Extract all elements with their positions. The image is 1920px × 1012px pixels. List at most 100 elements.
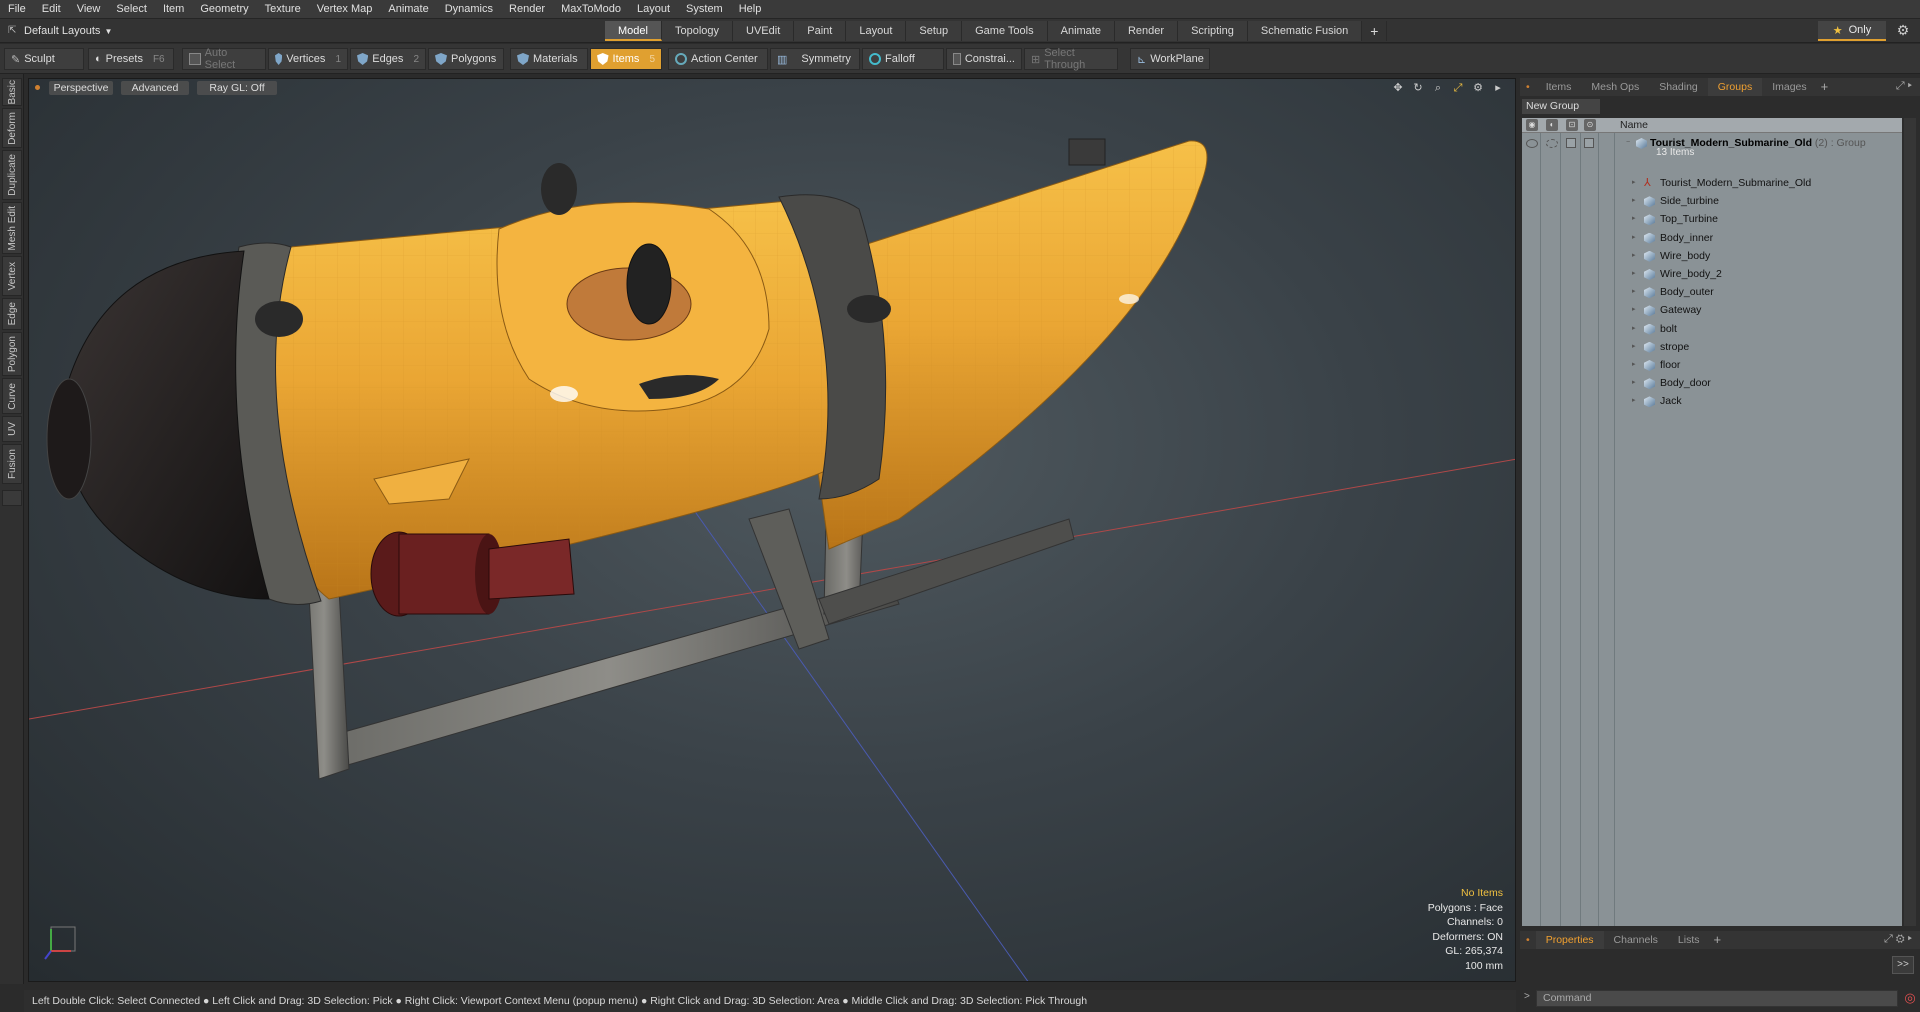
tab-render[interactable]: Render (1114, 21, 1179, 41)
polygons-button[interactable]: Polygons (428, 48, 504, 70)
menu-item-layout[interactable]: Layout (629, 0, 678, 19)
menu-item-view[interactable]: View (69, 0, 109, 19)
command-status-icon[interactable]: ◎ (1902, 988, 1918, 1008)
menu-item-file[interactable]: File (0, 0, 34, 19)
add-panel-tab-icon[interactable]: + (1817, 78, 1833, 96)
side-tab-curve[interactable]: Curve (2, 378, 22, 414)
groups-list[interactable]: ◉ ◐ ⊡ ⊙ Name − Tourist_Modern_Submarine_… (1522, 118, 1902, 926)
tree-expand-icon[interactable]: ▸ (1632, 229, 1636, 247)
list-item[interactable]: ▸ strope (1522, 338, 1902, 356)
zoom-view-icon[interactable]: ⌕ (1431, 81, 1445, 95)
side-tab-edge[interactable]: Edge (2, 298, 22, 330)
falloff-button[interactable]: Falloff (862, 48, 944, 70)
list-item[interactable]: ▸ ⅄ Tourist_Modern_Submarine_Old (1522, 174, 1902, 192)
side-tab-vertex[interactable]: Vertex (2, 256, 22, 296)
side-tab-deform[interactable]: Deform (2, 108, 22, 148)
add-bottom-tab-icon[interactable]: + (1710, 931, 1726, 949)
auto-select-button[interactable]: Auto Select (182, 47, 266, 71)
gear-icon[interactable]: ⚙ (1894, 22, 1912, 40)
list-item[interactable]: ▸ Body_door (1522, 374, 1902, 392)
tree-expand-icon[interactable]: ▸ (1632, 374, 1636, 392)
3d-viewport[interactable]: Perspective Advanced Ray GL: Off ✥ ↻ ⌕ ⤢… (28, 78, 1516, 982)
layout-selector[interactable]: ⇱ Default Layouts ▼ (6, 22, 112, 40)
command-input[interactable]: Command (1536, 990, 1898, 1007)
tree-expand-icon[interactable]: ▸ (1632, 192, 1636, 210)
list-item[interactable]: ▸ Wire_body (1522, 247, 1902, 265)
panel-tab-shading[interactable]: Shading (1649, 78, 1708, 96)
eye-icon[interactable] (1526, 139, 1538, 148)
group-row[interactable]: − Tourist_Modern_Submarine_Old (2) : Gro… (1522, 134, 1902, 152)
tree-expand-icon[interactable]: ▸ (1632, 356, 1636, 374)
only-button[interactable]: ★ Only (1818, 21, 1886, 41)
select-through-button[interactable]: ⊞ Select Through (1024, 47, 1118, 71)
tree-expand-icon[interactable]: ▸ (1632, 174, 1636, 192)
list-item[interactable]: ▸ Side_turbine (1522, 192, 1902, 210)
bottom-tab-properties[interactable]: Properties (1535, 931, 1604, 949)
menu-item-texture[interactable]: Texture (257, 0, 309, 19)
list-item[interactable]: ▸ bolt (1522, 320, 1902, 338)
select-checkbox[interactable] (1584, 138, 1594, 148)
viewport-more-icon[interactable]: ▸ (1491, 81, 1505, 95)
move-view-icon[interactable]: ✥ (1391, 81, 1405, 95)
list-item[interactable]: ▸ Jack (1522, 392, 1902, 410)
menu-item-dynamics[interactable]: Dynamics (437, 0, 501, 19)
menu-item-animate[interactable]: Animate (380, 0, 436, 19)
side-tab-polygon[interactable]: Polygon (2, 332, 22, 376)
presets-button[interactable]: ◐ Presets F6 (88, 48, 174, 70)
bottom-tab-channels[interactable]: Channels (1604, 931, 1668, 949)
items-button[interactable]: Items 5 (590, 48, 662, 70)
bottom-menu-dot[interactable]: • (1520, 931, 1536, 949)
bottom-expand-icon[interactable]: ⤢ ⚙ ▸ (1884, 933, 1912, 946)
list-item[interactable]: ▸ Top_Turbine (1522, 210, 1902, 228)
panel-tab-images[interactable]: Images (1762, 78, 1816, 96)
shading-mode-button[interactable]: Advanced (121, 81, 189, 95)
tab-setup[interactable]: Setup (906, 21, 963, 41)
tab-schematic-fusion[interactable]: Schematic Fusion (1247, 21, 1363, 41)
menu-item-help[interactable]: Help (731, 0, 770, 19)
sculpt-button[interactable]: ✎ Sculpt (4, 48, 84, 70)
collapse-icon[interactable]: − (1626, 134, 1630, 152)
tab-animate[interactable]: Animate (1047, 21, 1115, 41)
menu-item-edit[interactable]: Edit (34, 0, 69, 19)
menu-item-item[interactable]: Item (155, 0, 192, 19)
list-item[interactable]: ▸ floor (1522, 356, 1902, 374)
viewport-gear-icon[interactable]: ⚙ (1471, 81, 1485, 95)
tab-topology[interactable]: Topology (661, 21, 734, 41)
panel-tab-mesh-ops[interactable]: Mesh Ops (1581, 78, 1649, 96)
edges-button[interactable]: Edges 2 (350, 48, 426, 70)
tab-layout[interactable]: Layout (846, 21, 907, 41)
menu-item-maxtomodo[interactable]: MaxToModo (553, 0, 629, 19)
menu-item-system[interactable]: System (678, 0, 731, 19)
menu-item-render[interactable]: Render (501, 0, 553, 19)
lock-checkbox[interactable] (1566, 138, 1576, 148)
tree-expand-icon[interactable]: ▸ (1632, 301, 1636, 319)
menu-item-geometry[interactable]: Geometry (192, 0, 256, 19)
constraints-button[interactable]: Constrai... (946, 48, 1022, 70)
new-group-button[interactable]: New Group (1522, 99, 1600, 114)
rotate-view-icon[interactable]: ↻ (1411, 81, 1425, 95)
viewport-menu-dot[interactable] (35, 85, 40, 90)
menu-item-vertex-map[interactable]: Vertex Map (309, 0, 381, 19)
tree-expand-icon[interactable]: ▸ (1632, 247, 1636, 265)
bottom-tab-lists[interactable]: Lists (1668, 931, 1710, 949)
tree-expand-icon[interactable]: ▸ (1632, 283, 1636, 301)
side-tab-extra[interactable] (2, 490, 22, 506)
add-tab-icon[interactable]: + (1362, 21, 1388, 41)
tab-game-tools[interactable]: Game Tools (962, 21, 1048, 41)
menu-item-select[interactable]: Select (108, 0, 155, 19)
symmetry-button[interactable]: ▥ Symmetry (770, 48, 860, 70)
render-toggle-icon[interactable] (1546, 139, 1558, 148)
side-tab-basic[interactable]: Basic (2, 78, 22, 106)
tab-uvedit[interactable]: UVEdit (733, 21, 795, 41)
tree-expand-icon[interactable]: ▸ (1632, 265, 1636, 283)
workplane-button[interactable]: ⊾ WorkPlane (1130, 48, 1210, 70)
list-item[interactable]: ▸ Wire_body_2 (1522, 265, 1902, 283)
view-mode-button[interactable]: Perspective (49, 81, 113, 95)
tree-expand-icon[interactable]: ▸ (1632, 392, 1636, 410)
vertices-button[interactable]: Vertices 1 (268, 48, 348, 70)
list-item[interactable]: ▸ Gateway (1522, 301, 1902, 319)
list-item[interactable]: ▸ Body_outer (1522, 283, 1902, 301)
tree-expand-icon[interactable]: ▸ (1632, 320, 1636, 338)
tree-expand-icon[interactable]: ▸ (1632, 210, 1636, 228)
tab-scripting[interactable]: Scripting (1178, 21, 1248, 41)
